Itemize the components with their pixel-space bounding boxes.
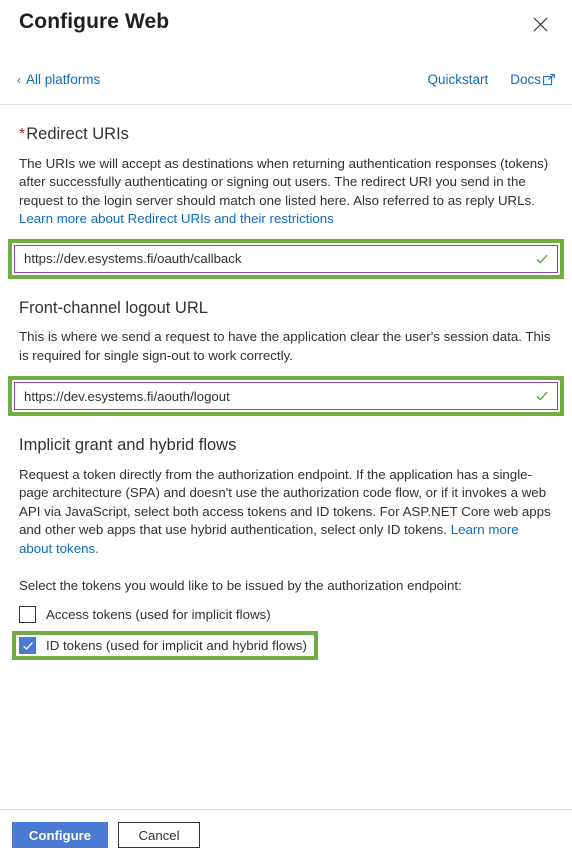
external-link-icon	[543, 73, 555, 85]
chevron-left-icon: ‹	[17, 72, 21, 87]
panel-footer: Configure Cancel	[0, 809, 572, 865]
redirect-uri-highlight	[8, 238, 564, 279]
check-icon-glyph	[536, 254, 548, 264]
footer-buttons: Configure Cancel	[0, 810, 572, 848]
redirect-uris-description-text: The URIs we will accept as destinations …	[19, 155, 549, 208]
id-tokens-checkbox[interactable]	[19, 637, 36, 655]
front-channel-logout-input[interactable]	[15, 383, 557, 410]
access-tokens-checkbox[interactable]	[19, 605, 36, 623]
configure-button[interactable]: Configure	[12, 822, 108, 848]
back-to-all-platforms-link[interactable]: ‹ All platforms	[17, 72, 100, 87]
panel-content: *Redirect URIs The URIs we will accept a…	[0, 124, 572, 661]
front-channel-description: This is where we send a request to have …	[19, 329, 551, 363]
quickstart-label: Quickstart	[427, 72, 489, 87]
docs-link[interactable]: Docs	[510, 72, 555, 87]
implicit-grant-heading: Implicit grant and hybrid flows	[19, 436, 237, 455]
front-channel-field[interactable]	[14, 382, 558, 411]
redirect-uris-heading: *Redirect URIs	[19, 124, 553, 146]
docs-label: Docs	[510, 72, 541, 87]
required-marker: *	[19, 126, 26, 143]
cancel-button[interactable]: Cancel	[118, 822, 200, 848]
quickstart-link[interactable]: Quickstart	[427, 72, 488, 87]
back-link-label: All platforms	[26, 72, 101, 87]
page-title: Configure Web	[19, 10, 170, 33]
redirect-uris-learn-more-link[interactable]: Learn more about Redirect URIs and their…	[19, 211, 334, 226]
check-icon-glyph	[536, 391, 548, 401]
front-channel-highlight	[8, 376, 564, 417]
panel-header: Configure Web	[0, 0, 572, 60]
access-tokens-checkbox-row[interactable]: Access tokens (used for implicit flows)	[19, 602, 553, 626]
access-tokens-label: Access tokens (used for implicit flows)	[46, 606, 271, 622]
token-select-prompt: Select the tokens you would like to be i…	[19, 578, 462, 594]
close-icon-glyph	[533, 17, 547, 31]
redirect-uri-input[interactable]	[15, 245, 557, 272]
check-icon	[535, 252, 549, 266]
front-channel-heading: Front-channel logout URL	[19, 298, 208, 317]
redirect-uris-title: Redirect URIs	[26, 125, 129, 143]
check-icon	[535, 389, 549, 403]
id-tokens-label: ID tokens (used for implicit and hybrid …	[46, 638, 307, 654]
close-icon[interactable]	[526, 10, 554, 38]
implicit-grant-description: Request a token directly from the author…	[19, 466, 553, 559]
redirect-uri-field[interactable]	[14, 244, 558, 273]
id-tokens-highlight: ID tokens (used for implicit and hybrid …	[12, 631, 318, 661]
subnav-links: Quickstart Docs	[427, 72, 555, 87]
redirect-uris-description: The URIs we will accept as destinations …	[19, 155, 553, 229]
checkmark-icon	[22, 641, 33, 650]
subnav-bar: ‹ All platforms Quickstart Docs	[0, 60, 572, 105]
